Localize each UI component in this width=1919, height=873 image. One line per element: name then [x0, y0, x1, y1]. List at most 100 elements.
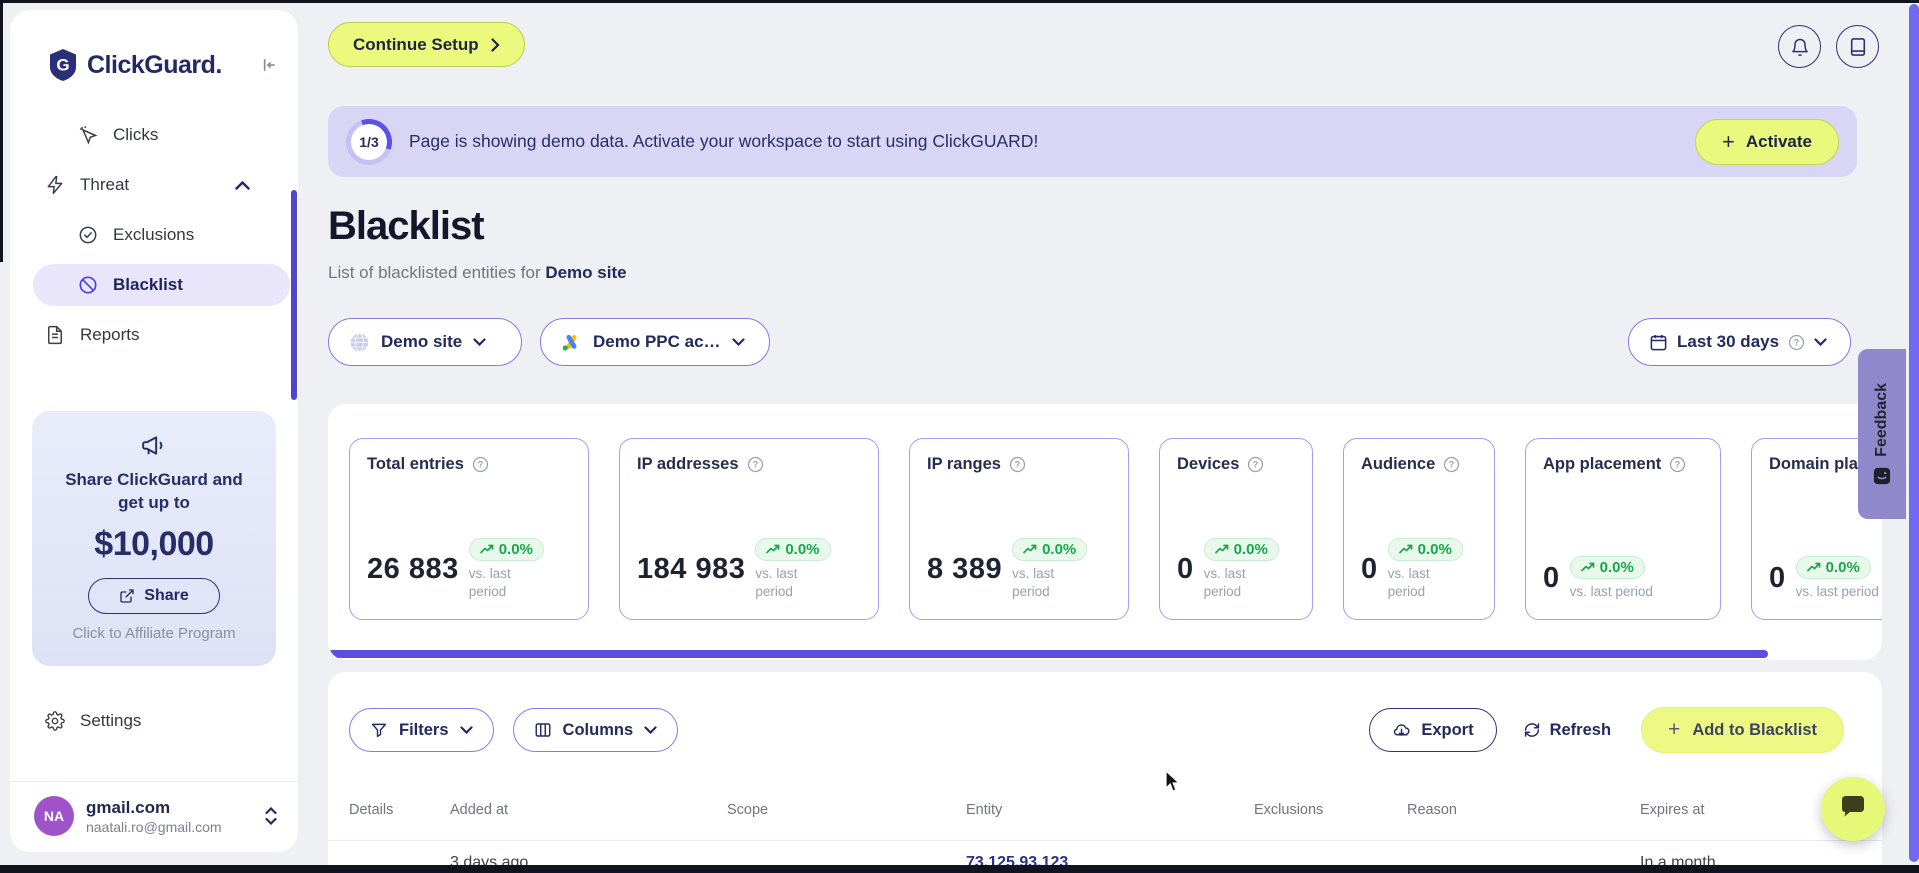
workspace-switcher[interactable]: NA gmail.com naatali.ro@gmail.com	[10, 782, 298, 852]
refresh-button[interactable]: Refresh	[1523, 721, 1611, 740]
help-icon[interactable]: ?	[1009, 456, 1026, 473]
svg-text:G: G	[56, 56, 69, 75]
sidebar-scrollbar[interactable]	[291, 190, 297, 400]
page-subtitle: List of blacklisted entities for Demo si…	[328, 263, 627, 283]
columns-button[interactable]: Columns	[512, 708, 679, 752]
page-subtitle-site: Demo site	[545, 263, 627, 282]
globe-icon	[349, 332, 370, 353]
activate-button[interactable]: + Activate	[1695, 118, 1839, 165]
notifications-button[interactable]	[1778, 25, 1821, 68]
feedback-tab[interactable]: Feedback	[1858, 349, 1906, 519]
docs-button[interactable]	[1836, 25, 1879, 68]
trend-up-icon	[1023, 544, 1037, 554]
stat-note: vs. last period	[1795, 583, 1879, 599]
help-icon[interactable]: ?	[1443, 456, 1460, 473]
chat-launcher-button[interactable]	[1821, 777, 1885, 841]
megaphone-icon	[140, 433, 168, 459]
page-vertical-scrollbar[interactable]	[1909, 4, 1919, 862]
ppc-account-selector[interactable]: Demo PPC ac…	[540, 318, 770, 366]
date-range-selector[interactable]: Last 30 days ?	[1628, 318, 1851, 366]
stat-note: vs. last period	[1203, 565, 1246, 599]
chevron-down-icon	[731, 338, 745, 346]
page-title: Blacklist	[328, 204, 485, 248]
sidebar-collapse-icon[interactable]	[258, 55, 278, 75]
logo: G ClickGuard.	[48, 48, 278, 82]
site-selector[interactable]: Demo site	[328, 318, 522, 366]
setup-progress-step: 1/3	[351, 123, 387, 160]
sidebar-item-label: Exclusions	[113, 225, 195, 244]
workspace-name: gmail.com	[86, 797, 171, 817]
plus-icon: +	[1722, 128, 1735, 154]
column-header-expires-at[interactable]: Expires at	[1640, 802, 1704, 818]
window-edge-bottom	[0, 865, 1919, 873]
affiliate-promo-card[interactable]: Share ClickGuard and get up to $10,000 S…	[32, 411, 276, 666]
delta-badge: 0.0%	[1012, 537, 1088, 561]
trend-up-icon	[766, 544, 780, 554]
refresh-label: Refresh	[1549, 720, 1612, 739]
stats-horizontal-scrollbar[interactable]	[328, 650, 1768, 658]
avatar: NA	[34, 796, 74, 836]
stat-value: 0	[1361, 552, 1378, 585]
sidebar-item-settings[interactable]: Settings	[10, 711, 298, 731]
stat-note: vs. last period	[1387, 565, 1430, 599]
trend-up-icon	[1806, 562, 1821, 572]
trend-up-icon	[1214, 544, 1229, 554]
sidebar-item-blacklist[interactable]: Blacklist	[33, 264, 290, 306]
svg-text:?: ?	[1794, 337, 1799, 347]
feedback-label: Feedback	[1873, 383, 1890, 457]
date-range-value: Last 30 days	[1677, 332, 1780, 351]
sidebar-item-label: Threat	[80, 175, 130, 194]
sidebar-item-reports[interactable]: Reports	[10, 314, 298, 356]
column-header-scope[interactable]: Scope	[727, 802, 768, 818]
trend-up-icon	[479, 544, 494, 554]
continue-setup-button[interactable]: Continue Setup	[328, 22, 525, 67]
stat-value: 26 883	[367, 552, 459, 585]
stat-note: vs. last period	[468, 565, 511, 599]
column-header-entity[interactable]: Entity	[966, 802, 1002, 818]
window-edge-top	[0, 0, 1919, 3]
filters-button[interactable]: Filters	[349, 708, 494, 752]
column-header-reason[interactable]: Reason	[1407, 802, 1457, 818]
stat-card-devices: Devices? 0 0.0% vs. last period	[1159, 438, 1313, 620]
stat-card-ip-ranges: IP ranges? 8 389 0.0% vs. last period	[909, 438, 1129, 620]
delta-badge: 0.0%	[1569, 555, 1645, 579]
help-icon[interactable]: ?	[747, 456, 764, 473]
refresh-icon	[1523, 721, 1541, 739]
column-header-details[interactable]: Details	[349, 802, 393, 818]
sidebar-item-threat[interactable]: Threat	[10, 164, 298, 206]
window-edge-left	[0, 0, 3, 262]
page-subtitle-text: List of blacklisted entities for	[328, 263, 546, 282]
lightning-icon	[45, 175, 65, 195]
stat-value: 0	[1177, 552, 1194, 585]
divider	[328, 840, 1882, 841]
export-button[interactable]: Export	[1369, 708, 1497, 752]
delta-badge: 0.0%	[1795, 555, 1871, 579]
svg-text:?: ?	[1675, 460, 1680, 470]
chevron-down-icon	[459, 726, 473, 734]
trend-up-icon	[1580, 562, 1595, 572]
export-label: Export	[1421, 720, 1474, 739]
chevron-up-icon[interactable]	[235, 180, 250, 190]
chevron-up-down-icon[interactable]	[264, 806, 278, 826]
columns-label: Columns	[562, 720, 634, 739]
sidebar-item-exclusions[interactable]: Exclusions	[10, 214, 298, 256]
column-header-added-at[interactable]: Added at	[450, 802, 508, 818]
delta-value: 0.0%	[1233, 540, 1268, 558]
share-button[interactable]: Share	[88, 577, 220, 614]
svg-text:?: ?	[1253, 460, 1258, 470]
column-header-exclusions[interactable]: Exclusions	[1254, 802, 1323, 818]
delta-badge: 0.0%	[468, 537, 544, 561]
add-to-blacklist-button[interactable]: + Add to Blacklist	[1641, 707, 1844, 753]
stat-label: Audience	[1361, 455, 1436, 473]
stat-value: 8 389	[927, 552, 1003, 585]
stat-value: 0	[1543, 561, 1560, 594]
help-icon: ?	[1788, 334, 1805, 351]
help-icon[interactable]: ?	[1247, 456, 1264, 473]
help-icon[interactable]: ?	[472, 456, 489, 473]
cloud-download-icon	[1392, 722, 1411, 739]
stat-label: Total entries	[367, 455, 464, 473]
sidebar-item-clicks[interactable]: Clicks	[10, 114, 298, 156]
promo-text: Share ClickGuard and get up to	[65, 470, 243, 512]
help-icon[interactable]: ?	[1669, 456, 1686, 473]
sidebar-item-label: Reports	[80, 325, 140, 344]
